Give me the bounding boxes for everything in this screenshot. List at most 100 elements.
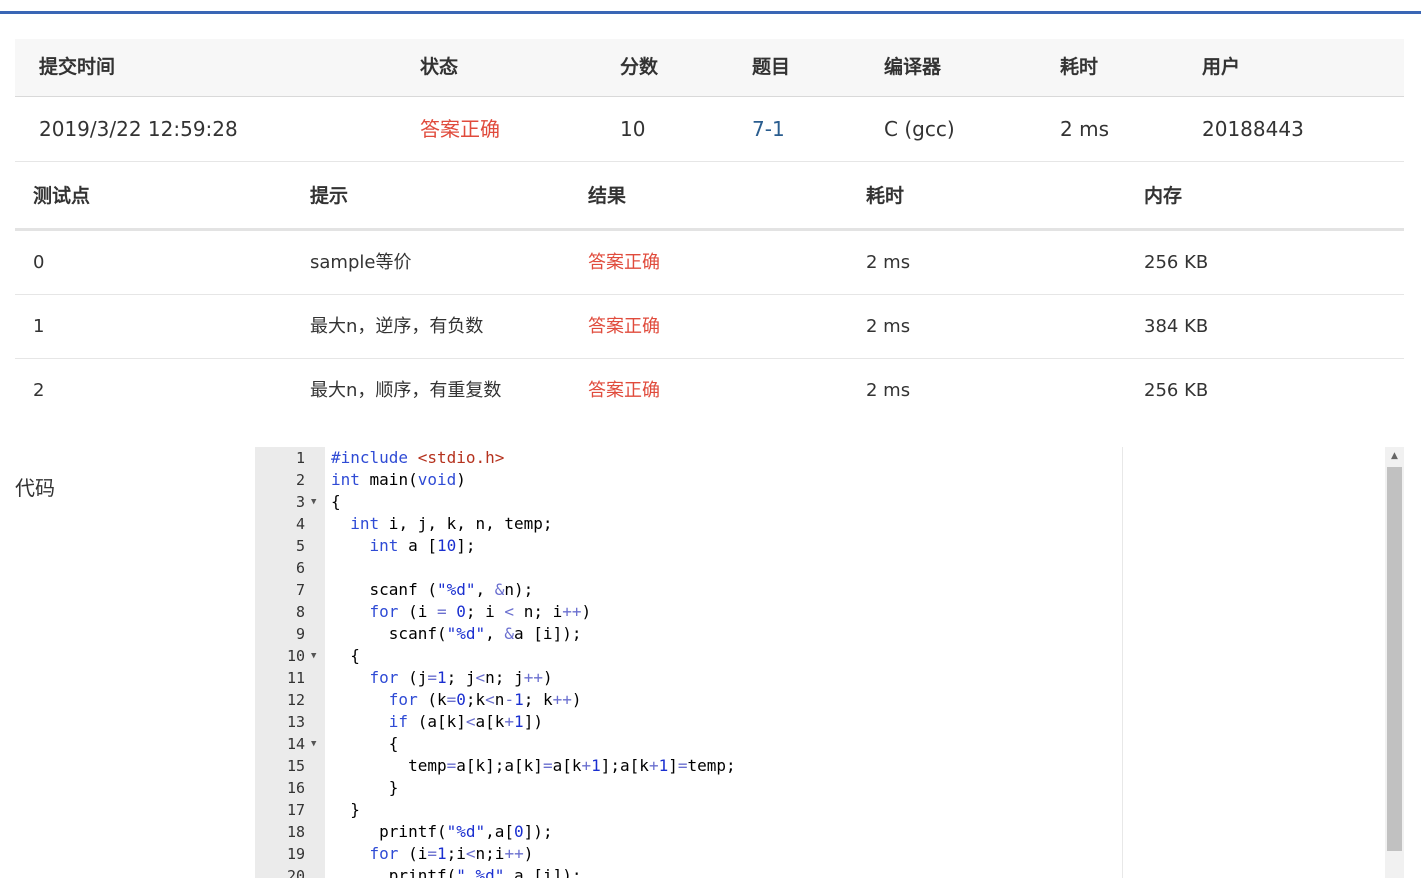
code-line: 19 for (i=1;i<n;i++) xyxy=(255,843,1385,865)
line-number: 14 xyxy=(286,735,305,753)
table-row: 2 最大n，顺序，有重复数 答案正确 2 ms 256 KB xyxy=(15,359,1404,422)
code-text: for (i=1;i<n;i++) xyxy=(369,844,534,863)
line-number: 20 xyxy=(286,867,305,878)
code-text: for (i = 0; i < n; i++) xyxy=(369,602,592,621)
fold-arrow-icon[interactable]: ▼ xyxy=(311,645,316,667)
header-hint: 提示 xyxy=(310,185,349,207)
line-number: 7 xyxy=(295,581,305,599)
code-text: if (a[k]<a[k+1]) xyxy=(388,712,543,731)
code-text: int main(void) xyxy=(331,470,466,489)
code-text: printf("%d",a[0]); xyxy=(331,822,553,841)
code-text: { xyxy=(331,646,360,665)
header-submit-time: 提交时间 xyxy=(39,56,116,78)
testcase-hint: sample等价 xyxy=(310,252,412,273)
code-text: int i, j, k, n, temp; xyxy=(350,514,553,533)
code-text: #include <stdio.h> xyxy=(331,448,505,467)
code-text: printf(" %d",a [i]); xyxy=(331,866,582,878)
code-line: 2 int main(void) xyxy=(255,469,1385,491)
code-line: 15 temp=a[k];a[k]=a[k+1];a[k+1]=temp; xyxy=(255,755,1385,777)
scroll-thumb[interactable] xyxy=(1387,467,1402,851)
code-lines: 1 #include <stdio.h> 2 int main(void) 3 ▼ {4 i… xyxy=(255,447,1385,878)
code-line: 9 scanf("%d", &a [i]); xyxy=(255,623,1385,645)
testcase-id: 0 xyxy=(33,252,45,273)
header-elapsed: 耗时 xyxy=(1060,56,1099,78)
editor-scrollbar[interactable]: ▲ xyxy=(1385,447,1404,878)
testcase-id: 2 xyxy=(33,380,45,401)
line-number: 10 xyxy=(286,647,305,665)
code-text: for (j=1; j<n; j++) xyxy=(369,668,553,687)
header-status: 状态 xyxy=(420,56,459,78)
testcase-time: 2 ms xyxy=(866,252,911,273)
testcase-table: 测试点 提示 结果 耗时 内存 0 sample等价 答案正确 2 ms 256… xyxy=(15,165,1404,422)
line-number: 16 xyxy=(286,779,305,797)
code-line: 5 int a [10]; xyxy=(255,535,1385,557)
code-text: } xyxy=(331,778,399,797)
code-line: 8 for (i = 0; i < n; i++) xyxy=(255,601,1385,623)
table-row: 2019/3/22 12:59:28 答案正确 10 7-1 C (gcc) 2… xyxy=(15,97,1404,162)
code-line: 11 for (j=1; j<n; j++) xyxy=(255,667,1385,689)
code-line: 16 } xyxy=(255,777,1385,799)
elapsed-value: 2 ms xyxy=(1060,117,1109,141)
code-line: 10 ▼ { xyxy=(255,645,1385,667)
testcase-hint: 最大n，顺序，有重复数 xyxy=(310,380,502,401)
header-problem: 题目 xyxy=(752,56,791,78)
code-text: for (k=0;k<n-1; k++) xyxy=(388,690,582,709)
line-number: 13 xyxy=(286,713,305,731)
code-text: scanf ("%d", &n); xyxy=(331,580,534,599)
submission-table-header: 提交时间 状态 分数 题目 编译器 耗时 用户 xyxy=(15,39,1404,97)
testcase-id: 1 xyxy=(33,316,45,337)
code-editor[interactable]: 1 #include <stdio.h> 2 int main(void) 3 ▼ {4 i… xyxy=(255,447,1405,878)
top-accent-rule xyxy=(0,11,1421,14)
table-row: 0 sample等价 答案正确 2 ms 256 KB xyxy=(15,231,1404,295)
code-line: 13 if (a[k]<a[k+1]) xyxy=(255,711,1385,733)
code-line: 18 printf("%d",a[0]); xyxy=(255,821,1385,843)
code-label: 代码 xyxy=(15,476,55,500)
line-number: 12 xyxy=(286,691,305,709)
code-line: 3 ▼ { xyxy=(255,491,1385,513)
code-line: 6 xyxy=(255,557,1385,579)
code-text: temp=a[k];a[k]=a[k+1];a[k+1]=temp; xyxy=(331,756,736,775)
code-text: int a [10]; xyxy=(369,536,476,555)
submit-time: 2019/3/22 12:59:28 xyxy=(39,117,238,141)
score-value: 10 xyxy=(620,117,646,141)
code-text: scanf("%d", &a [i]); xyxy=(331,624,582,643)
testcase-time: 2 ms xyxy=(866,316,911,337)
header-score: 分数 xyxy=(620,56,659,78)
testcase-time: 2 ms xyxy=(866,380,911,401)
line-number: 1 xyxy=(295,449,305,467)
header-testcase: 测试点 xyxy=(33,185,91,207)
code-text: { xyxy=(331,492,341,511)
testcase-result: 答案正确 xyxy=(588,252,660,273)
line-number: 11 xyxy=(286,669,305,687)
header-user: 用户 xyxy=(1202,56,1241,78)
code-line: 4 int i, j, k, n, temp; xyxy=(255,513,1385,535)
code-line: 12 for (k=0;k<n-1; k++) xyxy=(255,689,1385,711)
testcase-result: 答案正确 xyxy=(588,380,660,401)
table-row: 1 最大n，逆序，有负数 答案正确 2 ms 384 KB xyxy=(15,295,1404,359)
header-result: 结果 xyxy=(588,185,627,207)
line-number: 5 xyxy=(295,537,305,555)
code-text: { xyxy=(331,734,399,753)
line-number: 3 xyxy=(295,493,305,511)
code-line: 1 #include <stdio.h> xyxy=(255,447,1385,469)
header-time: 耗时 xyxy=(866,185,905,207)
testcase-result: 答案正确 xyxy=(588,316,660,337)
scroll-up-arrow-icon[interactable]: ▲ xyxy=(1385,449,1404,463)
code-line: 20 printf(" %d",a [i]); xyxy=(255,865,1385,878)
header-memory: 内存 xyxy=(1144,185,1183,207)
line-number: 17 xyxy=(286,801,305,819)
header-compiler: 编译器 xyxy=(884,56,942,78)
testcase-hint: 最大n，逆序，有负数 xyxy=(310,316,484,337)
line-number: 2 xyxy=(295,471,305,489)
fold-arrow-icon[interactable]: ▼ xyxy=(311,491,316,513)
problem-link[interactable]: 7-1 xyxy=(752,97,785,161)
code-text: } xyxy=(331,800,360,819)
fold-arrow-icon[interactable]: ▼ xyxy=(311,733,316,755)
line-number: 9 xyxy=(295,625,305,643)
line-number: 18 xyxy=(286,823,305,841)
user-value: 20188443 xyxy=(1202,117,1304,141)
testcase-memory: 256 KB xyxy=(1144,380,1209,401)
code-line: 17 } xyxy=(255,799,1385,821)
line-number: 4 xyxy=(295,515,305,533)
compiler-value: C (gcc) xyxy=(884,117,955,141)
